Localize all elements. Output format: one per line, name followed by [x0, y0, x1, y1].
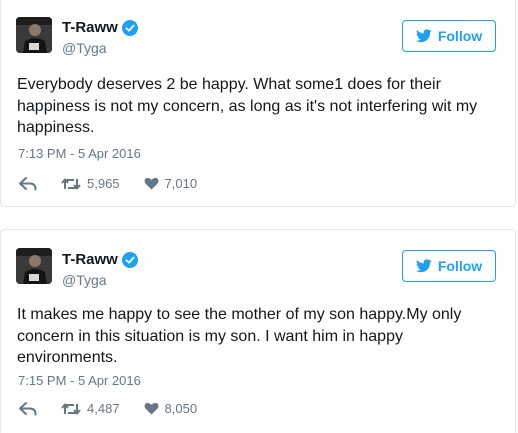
reply-icon [19, 401, 37, 415]
user-name-row[interactable]: T-Raww [62, 251, 138, 268]
verified-icon [121, 19, 138, 36]
retweet-button[interactable]: 5,965 [61, 176, 120, 191]
like-button[interactable]: 7,010 [144, 176, 198, 191]
tweet-text: Everybody deserves 2 be happy. What some… [17, 76, 478, 136]
retweet-count: 4,487 [87, 401, 120, 416]
retweet-icon [61, 403, 81, 414]
avatar[interactable] [16, 248, 52, 284]
like-count: 7,010 [164, 176, 198, 191]
reply-button[interactable] [19, 401, 37, 416]
tweet-actions: 5,965 7,010 [19, 176, 197, 191]
retweet-button[interactable]: 4,487 [61, 401, 120, 416]
tweet-actions: 4,487 8,050 [19, 401, 197, 416]
reply-icon [19, 176, 37, 190]
tweet-timestamp[interactable]: 7:15 PM - 5 Apr 2016 [18, 373, 141, 388]
follow-label: Follow [437, 28, 483, 44]
tweet-card: T-Raww @Tyga Follow Everybody deserves 2… [0, 0, 516, 207]
reply-button[interactable] [19, 176, 37, 191]
verified-icon [121, 251, 138, 268]
follow-label: Follow [437, 258, 483, 274]
retweet-icon [61, 178, 81, 189]
user-handle[interactable]: @Tyga [62, 40, 107, 56]
follow-button[interactable]: Follow [402, 250, 496, 282]
twitter-bird-icon [415, 29, 432, 43]
twitter-bird-icon [415, 259, 432, 273]
like-button[interactable]: 8,050 [144, 401, 198, 416]
tweet-timestamp[interactable]: 7:13 PM - 5 Apr 2016 [18, 146, 141, 161]
user-name[interactable]: T-Raww [62, 251, 118, 268]
heart-icon [144, 402, 159, 415]
tweet-card: T-Raww @Tyga Follow It makes me happy to… [0, 229, 516, 433]
like-count: 8,050 [164, 401, 198, 416]
tweet-text: It makes me happy to see the mother of m… [17, 306, 462, 366]
avatar[interactable] [16, 17, 52, 53]
user-name-row[interactable]: T-Raww [62, 19, 138, 36]
follow-button[interactable]: Follow [402, 20, 496, 52]
heart-icon [144, 177, 159, 190]
user-handle[interactable]: @Tyga [62, 272, 107, 288]
retweet-count: 5,965 [87, 176, 120, 191]
user-name[interactable]: T-Raww [62, 19, 118, 36]
